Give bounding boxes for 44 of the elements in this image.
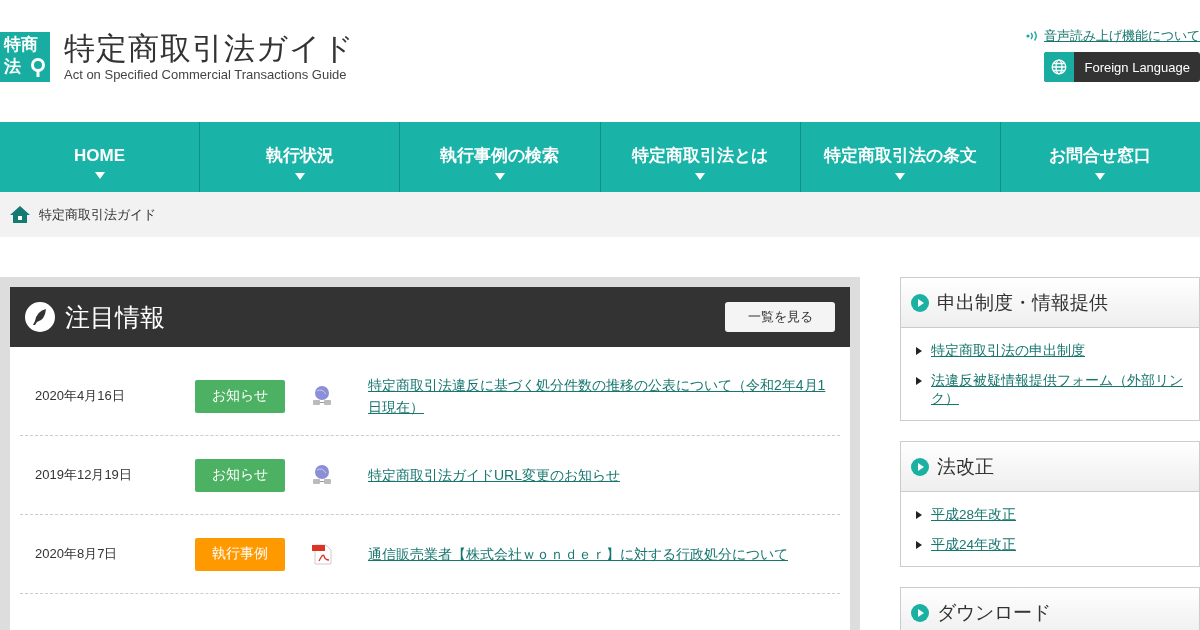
language-button[interactable]: Foreign Language bbox=[1044, 52, 1200, 82]
sidebar-link[interactable]: 平成24年改正 bbox=[931, 536, 1017, 554]
sidebar-link[interactable]: 平成28年改正 bbox=[931, 506, 1017, 524]
triangle-icon bbox=[916, 377, 922, 385]
sidebar-heading: ダウンロード bbox=[937, 600, 1051, 625]
caret-icon bbox=[294, 173, 305, 180]
news-link[interactable]: 通信販売業者【株式会社ｗｏｎｄｅｒ】に対する行政処分について bbox=[368, 543, 838, 565]
globe-network-icon bbox=[312, 385, 332, 407]
sidebar-link[interactable]: 法違反被疑情報提供フォーム（外部リンク） bbox=[931, 372, 1189, 408]
triangle-icon bbox=[916, 541, 922, 549]
news-link[interactable]: 特定商取引法違反に基づく処分件数の推移の公表について（令和2年4月1日現在） bbox=[368, 374, 838, 418]
play-circle-icon bbox=[911, 603, 929, 622]
sidebar-heading: 法改正 bbox=[937, 454, 994, 479]
triangle-icon bbox=[916, 347, 922, 355]
news-date: 2020年4月16日 bbox=[34, 387, 126, 405]
news-date: 2020年8月7日 bbox=[34, 545, 119, 563]
globe-icon bbox=[1051, 59, 1068, 75]
section-title: 注目情報 bbox=[65, 301, 165, 333]
news-link[interactable]: 特定商取引法ガイドURL変更のお知らせ bbox=[368, 464, 838, 486]
caret-icon bbox=[1095, 173, 1106, 180]
caret-icon bbox=[895, 173, 906, 180]
breadcrumb-item[interactable]: 特定商取引法ガイド bbox=[39, 205, 156, 224]
category-tag: お知らせ bbox=[195, 379, 285, 413]
news-date: 2019年12月19日 bbox=[34, 466, 133, 484]
quill-icon bbox=[25, 302, 55, 332]
sound-icon bbox=[1026, 31, 1040, 41]
pin-icon bbox=[30, 58, 46, 78]
home-icon bbox=[10, 206, 30, 223]
play-circle-icon bbox=[911, 293, 929, 312]
caret-icon bbox=[94, 171, 105, 179]
play-circle-icon bbox=[911, 457, 929, 476]
globe-network-icon bbox=[312, 464, 332, 486]
caret-icon bbox=[695, 173, 706, 180]
caret-icon bbox=[494, 173, 505, 180]
site-subtitle: Act on Specified Commercial Transactions Guide bbox=[64, 67, 348, 83]
category-tag: お知らせ bbox=[195, 458, 285, 492]
sidebar-link[interactable]: 特定商取引法の申出制度 bbox=[931, 342, 1085, 360]
view-list-button[interactable]: 一覧を見る bbox=[725, 302, 835, 332]
sidebar-heading: 申出制度・情報提供 bbox=[937, 290, 1108, 315]
triangle-icon bbox=[916, 511, 922, 519]
category-tag: 執行事例 bbox=[195, 537, 285, 571]
site-title: 特定商取引法ガイド bbox=[64, 31, 355, 67]
pdf-file-icon bbox=[311, 543, 333, 565]
speech-link[interactable]: 音声読み上げ機能について bbox=[1044, 27, 1200, 45]
